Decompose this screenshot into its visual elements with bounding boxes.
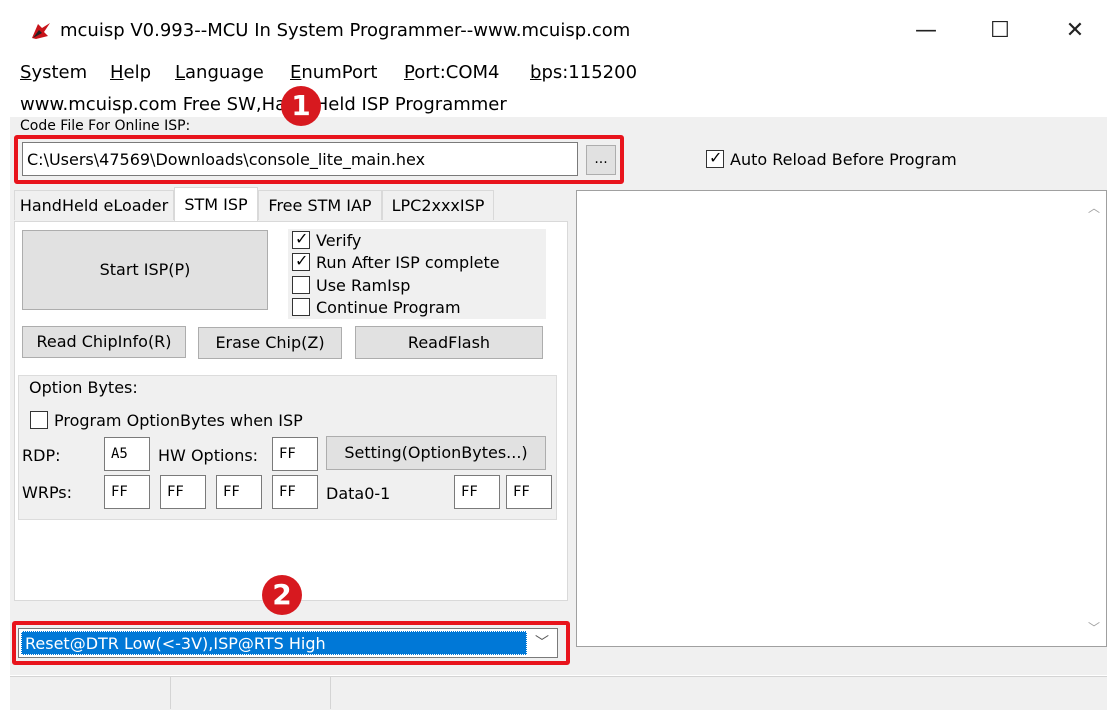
data01-label: Data0-1 xyxy=(326,484,391,503)
status-bar xyxy=(10,676,1107,710)
hw-options-label: HW Options: xyxy=(158,446,259,465)
read-flash-button[interactable]: ReadFlash xyxy=(355,326,543,359)
setting-optionbytes-button[interactable]: Setting(OptionBytes...) xyxy=(326,436,546,470)
auto-reload-label: Auto Reload Before Program xyxy=(730,150,957,169)
rdp-input[interactable]: A5 xyxy=(104,437,150,471)
wrp-input-2[interactable]: FF xyxy=(216,475,262,509)
wrps-label: WRPs: xyxy=(22,483,73,502)
menu-language[interactable]: Language xyxy=(175,62,264,83)
annotation-badge-1: 1 xyxy=(281,86,321,126)
use-ramisp-label: Use RamIsp xyxy=(316,276,411,295)
close-icon: ✕ xyxy=(1065,18,1085,43)
check-icon: ✓ xyxy=(295,251,309,270)
close-button[interactable]: ✕ xyxy=(1045,8,1105,54)
tab-free-stm-iap[interactable]: Free STM IAP xyxy=(258,190,382,220)
maximize-icon: ☐ xyxy=(990,18,1010,43)
rdp-label: RDP: xyxy=(22,446,61,465)
data-input-0[interactable]: FF xyxy=(454,475,500,509)
minimize-icon: — xyxy=(915,18,937,43)
status-separator xyxy=(170,676,171,709)
check-icon: ✓ xyxy=(709,148,723,167)
highlight-box-1 xyxy=(14,135,624,184)
window-title: mcuisp V0.993--MCU In System Programmer-… xyxy=(60,20,631,41)
read-chipinfo-button[interactable]: Read ChipInfo(R) xyxy=(22,326,186,358)
minimize-button[interactable]: — xyxy=(896,8,956,54)
scroll-up-icon[interactable]: ︿ xyxy=(1088,199,1100,216)
menu-enumport[interactable]: EnumPort xyxy=(290,62,377,83)
continue-program-label: Continue Program xyxy=(316,298,461,317)
hw-options-input[interactable]: FF xyxy=(272,437,318,471)
run-after-isp-checkbox[interactable]: ✓ xyxy=(292,251,310,271)
verify-label: Verify xyxy=(316,231,362,250)
tab-lpc2xxxisp[interactable]: LPC2xxxISP xyxy=(382,190,494,220)
menu-system[interactable]: System xyxy=(20,62,87,83)
program-optionbytes-label: Program OptionBytes when ISP xyxy=(54,411,303,430)
wrp-input-3[interactable]: FF xyxy=(272,475,318,509)
app-icon xyxy=(32,23,50,39)
status-separator xyxy=(330,676,331,709)
menu-bps[interactable]: bps:115200 xyxy=(530,62,637,83)
check-icon: ✓ xyxy=(295,229,309,248)
run-after-isp-label: Run After ISP complete xyxy=(316,253,500,272)
menu-help[interactable]: Help xyxy=(110,62,151,83)
option-bytes-label: Option Bytes: xyxy=(29,378,138,397)
data-input-1[interactable]: FF xyxy=(506,475,552,509)
tab-handheld-eloader[interactable]: HandHeld eLoader xyxy=(14,190,174,220)
wrp-input-1[interactable]: FF xyxy=(160,475,206,509)
log-output-panel: ︿ ﹀ xyxy=(576,190,1107,647)
highlight-box-2 xyxy=(12,621,570,665)
verify-checkbox[interactable]: ✓ xyxy=(292,229,310,249)
tab-stm-isp[interactable]: STM ISP xyxy=(174,187,258,221)
start-isp-button[interactable]: Start ISP(P) xyxy=(22,230,268,310)
program-optionbytes-checkbox[interactable] xyxy=(30,411,48,429)
wrp-input-0[interactable]: FF xyxy=(104,475,150,509)
scroll-down-icon[interactable]: ﹀ xyxy=(1088,619,1100,636)
subtitle-text: www.mcuisp.com Free SW,Hand Held ISP Pro… xyxy=(20,94,507,115)
use-ramisp-checkbox[interactable] xyxy=(292,276,310,294)
tab-bar: HandHeld eLoader STM ISP Free STM IAP LP… xyxy=(14,187,562,222)
menu-bar: System Help Language EnumPort Port:COM4 … xyxy=(0,62,1107,88)
menu-port[interactable]: Port:COM4 xyxy=(404,62,499,83)
annotation-badge-2: 2 xyxy=(262,575,302,615)
erase-chip-button[interactable]: Erase Chip(Z) xyxy=(198,327,342,359)
auto-reload-checkbox[interactable]: ✓ xyxy=(706,148,724,168)
continue-program-checkbox[interactable] xyxy=(292,298,310,316)
maximize-button[interactable]: ☐ xyxy=(970,8,1030,54)
code-file-label: Code File For Online ISP: xyxy=(20,118,191,133)
